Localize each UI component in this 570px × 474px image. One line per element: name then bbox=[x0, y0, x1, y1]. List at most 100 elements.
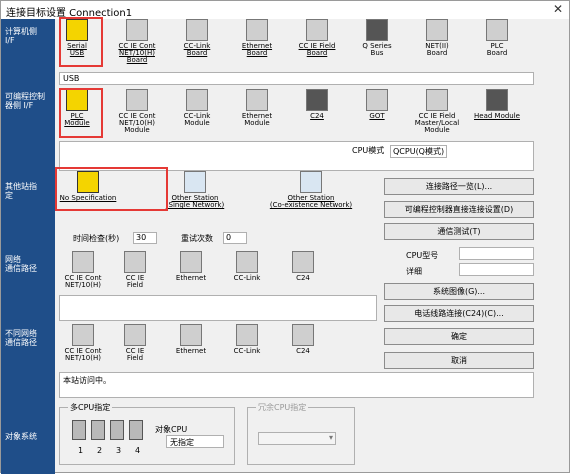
label-network-route: 网络 通信路径 bbox=[5, 255, 37, 273]
network-icon bbox=[236, 324, 258, 346]
network-ethernet[interactable]: Ethernet bbox=[161, 251, 221, 282]
pc-if-cc-link-board[interactable]: CC-Link Board bbox=[167, 19, 227, 57]
label-other-station: 其他站指 定 bbox=[5, 182, 37, 200]
system-image-button[interactable]: 系统图像(G)... bbox=[384, 283, 534, 300]
other-station-single[interactable]: Other Station (Single Network) bbox=[157, 171, 233, 209]
redundant-cpu-select[interactable]: ▾ bbox=[258, 432, 336, 445]
pc-if-cc-ie-field-board[interactable]: CC IE Field Board bbox=[287, 19, 347, 57]
module-icon bbox=[426, 89, 448, 111]
single-network-icon bbox=[184, 171, 206, 193]
pc-if-ethernet-board[interactable]: Ethernet Board bbox=[227, 19, 287, 57]
module-icon bbox=[186, 89, 208, 111]
board-icon bbox=[186, 19, 208, 41]
network-icon bbox=[72, 324, 94, 346]
selected-other-station-outline bbox=[55, 167, 168, 211]
plc-if-cc-ie-field-module[interactable]: CC IE Field Master/Local Module bbox=[407, 89, 467, 134]
route-list-button[interactable]: 连接路径一览(L)... bbox=[384, 178, 534, 195]
network-cc-ie-cont[interactable]: CC IE Cont NET/10(H) bbox=[53, 251, 113, 289]
pc-if-value-field: USB bbox=[59, 72, 534, 85]
network-icon bbox=[124, 324, 146, 346]
cpu-slot-icon[interactable] bbox=[129, 420, 143, 440]
network-cc-ie-field[interactable]: CC IE Field bbox=[105, 251, 165, 289]
direct-connect-button[interactable]: 可编程控制器直接连接设置(D) bbox=[384, 201, 534, 218]
coexist-network-icon bbox=[300, 171, 322, 193]
cpu-slot-icon[interactable] bbox=[91, 420, 105, 440]
head-module-icon bbox=[486, 89, 508, 111]
board-icon bbox=[486, 19, 508, 41]
plc-if-head-module[interactable]: Head Module bbox=[467, 89, 527, 120]
network-icon bbox=[180, 251, 202, 273]
network-c24[interactable]: C24 bbox=[273, 251, 333, 282]
label-diff-network-route: 不同网络 通信路径 bbox=[5, 329, 37, 347]
pc-if-net-ii-board[interactable]: NET(II) Board bbox=[407, 19, 467, 57]
network-cc-link[interactable]: CC-Link bbox=[217, 251, 277, 282]
detail-label: 详细 bbox=[406, 267, 422, 276]
target-cpu-field: 无指定 bbox=[166, 435, 224, 448]
redundant-cpu-title: 冗余CPU指定 bbox=[256, 402, 309, 413]
timeout-label: 时间检查(秒) bbox=[73, 234, 120, 243]
network-icon bbox=[236, 251, 258, 273]
pc-if-cc-ie-cont-board[interactable]: CC IE Cont NET/10(H) Board bbox=[107, 19, 167, 64]
cpu-mode-label: CPU模式 bbox=[352, 146, 385, 155]
detail-field bbox=[459, 263, 534, 276]
selected-plc-if-outline bbox=[59, 88, 103, 138]
bus-icon bbox=[366, 19, 388, 41]
network-icon bbox=[292, 251, 314, 273]
comm-test-button[interactable]: 通信测试(T) bbox=[384, 223, 534, 240]
got-icon bbox=[366, 89, 388, 111]
board-icon bbox=[426, 19, 448, 41]
diff-network-ethernet[interactable]: Ethernet bbox=[161, 324, 221, 355]
pc-if-q-series-bus[interactable]: Q Series Bus bbox=[347, 19, 407, 57]
other-station-coexist[interactable]: Other Station (Co-existence Network) bbox=[261, 171, 361, 209]
network-route-box bbox=[59, 295, 377, 321]
chevron-down-icon: ▾ bbox=[328, 433, 333, 442]
module-icon bbox=[246, 89, 268, 111]
board-icon bbox=[306, 19, 328, 41]
target-cpu-label: 对象CPU bbox=[155, 425, 188, 434]
diff-network-cc-link[interactable]: CC-Link bbox=[217, 324, 277, 355]
connection-window: 连接目标设置 Connection1 ✕ 计算机侧 I/F 可编程控制 器侧 I… bbox=[0, 0, 570, 474]
network-icon bbox=[180, 324, 202, 346]
plc-if-got[interactable]: GOT bbox=[347, 89, 407, 120]
network-icon bbox=[124, 251, 146, 273]
cpu-slots bbox=[72, 420, 143, 440]
plc-if-cc-ie-cont-module[interactable]: CC IE Cont NET/10(H) Module bbox=[107, 89, 167, 134]
status-box: 本站访问中。 bbox=[59, 372, 534, 398]
redundant-cpu-group: 冗余CPU指定 ▾ bbox=[247, 402, 355, 465]
cpu-slot-number: 4 bbox=[135, 446, 141, 455]
selected-pc-if-outline bbox=[59, 17, 103, 67]
pc-if-plc-board[interactable]: PLC Board bbox=[467, 19, 527, 57]
cpu-slot-number: 3 bbox=[116, 446, 122, 455]
retry-label: 重试次数 bbox=[181, 234, 213, 243]
timeout-input[interactable]: 30 bbox=[133, 232, 157, 244]
cpu-slot-number: 1 bbox=[78, 446, 84, 455]
left-sidebar: 计算机侧 I/F 可编程控制 器侧 I/F 其他站指 定 网络 通信路径 不同网… bbox=[1, 19, 55, 474]
diff-network-cc-ie-cont[interactable]: CC IE Cont NET/10(H) bbox=[53, 324, 113, 362]
multi-cpu-group: 多CPU指定 1 2 3 4 对象CPU 无指定 bbox=[59, 402, 235, 465]
close-icon[interactable]: ✕ bbox=[553, 2, 563, 16]
board-icon bbox=[246, 19, 268, 41]
multi-cpu-title: 多CPU指定 bbox=[68, 402, 113, 413]
cpu-type-label: CPU型号 bbox=[406, 251, 439, 260]
diff-network-c24[interactable]: C24 bbox=[273, 324, 333, 355]
cpu-type-field bbox=[459, 247, 534, 260]
plc-if-c24[interactable]: C24 bbox=[287, 89, 347, 120]
label-target-system: 对象系统 bbox=[5, 432, 37, 441]
board-icon bbox=[126, 19, 148, 41]
plc-if-cc-link-module[interactable]: CC-Link Module bbox=[167, 89, 227, 127]
network-icon bbox=[292, 324, 314, 346]
phone-line-button[interactable]: 电话线路连接(C24)(C)... bbox=[384, 305, 534, 322]
cpu-mode-value: QCPU(Q模式) bbox=[390, 145, 448, 158]
plc-if-ethernet-module[interactable]: Ethernet Module bbox=[227, 89, 287, 127]
diff-network-cc-ie-field[interactable]: CC IE Field bbox=[105, 324, 165, 362]
c24-icon bbox=[306, 89, 328, 111]
cancel-button[interactable]: 取消 bbox=[384, 352, 534, 369]
cpu-slot-icon[interactable] bbox=[72, 420, 86, 440]
cpu-slot-number: 2 bbox=[97, 446, 103, 455]
module-icon bbox=[126, 89, 148, 111]
retry-input[interactable]: 0 bbox=[223, 232, 247, 244]
ok-button[interactable]: 确定 bbox=[384, 328, 534, 345]
network-icon bbox=[72, 251, 94, 273]
cpu-slot-icon[interactable] bbox=[110, 420, 124, 440]
status-text: 本站访问中。 bbox=[63, 376, 111, 385]
